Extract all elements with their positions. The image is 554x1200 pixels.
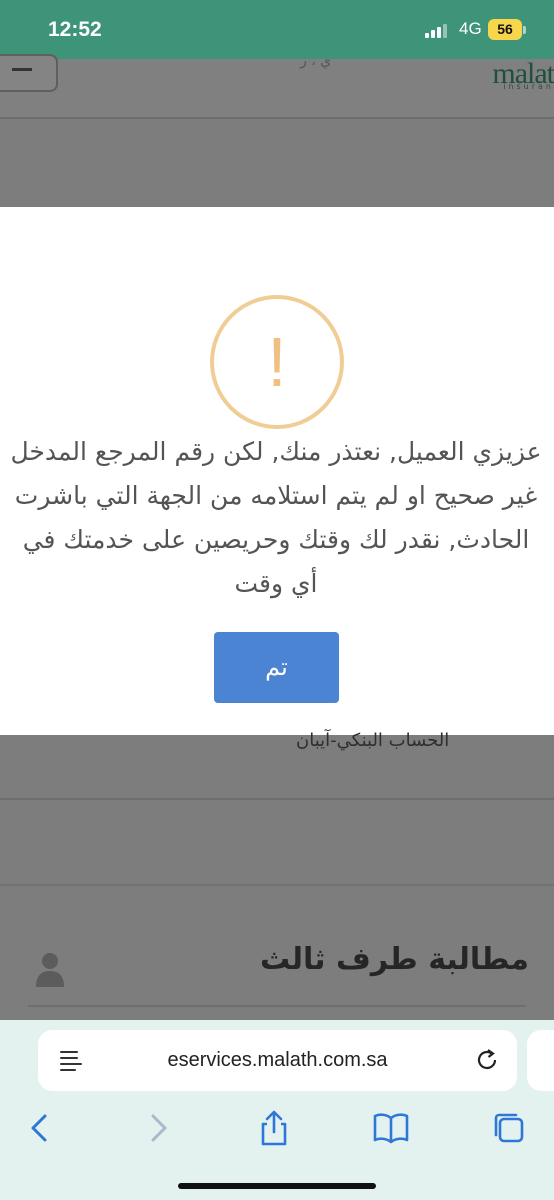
address-bar[interactable]: eservices.malath.com.sa [38, 1030, 517, 1091]
tabs-icon[interactable] [489, 1108, 529, 1148]
menu-button[interactable] [0, 54, 58, 92]
header-partial-text: ي ، ر [300, 53, 332, 69]
browser-toolbar: eservices.malath.com.sa [0, 1020, 554, 1200]
section-underline [28, 1005, 526, 1007]
back-icon[interactable] [20, 1108, 60, 1148]
alert-dialog: ! عزيزي العميل, نعتذر منك, لكن رقم المرج… [0, 207, 554, 735]
home-indicator[interactable] [178, 1183, 376, 1189]
ok-button[interactable]: تم [214, 632, 339, 703]
status-bar: 12:52 4G 56 [0, 0, 554, 59]
status-time: 12:52 [48, 18, 102, 41]
section-title: مطالبة طرف ثالث [260, 942, 529, 977]
forward-icon [151, 1114, 167, 1142]
menu-icon [12, 68, 32, 71]
battery-icon: 56 [488, 19, 522, 40]
url-text[interactable]: eservices.malath.com.sa [38, 1030, 517, 1091]
battery-tip [523, 26, 526, 34]
warning-icon: ! [210, 295, 344, 429]
person-icon [36, 953, 64, 987]
bookmarks-icon[interactable] [371, 1108, 411, 1148]
divider [0, 884, 554, 886]
signal-icon [425, 22, 451, 38]
reload-icon[interactable] [474, 1047, 500, 1073]
page-header: ي ، ر malat insuran [0, 53, 554, 119]
next-tab-preview[interactable] [527, 1030, 554, 1091]
logo-subtitle: insuran [503, 82, 554, 91]
network-type: 4G [459, 19, 482, 38]
share-icon[interactable] [254, 1108, 294, 1148]
warning-mark: ! [267, 323, 287, 401]
bank-account-label: الحساب البنكي-آيبان [296, 730, 450, 751]
dialog-message: عزيزي العميل, نعتذر منك, لكن رقم المرجع … [10, 437, 542, 598]
divider [0, 798, 554, 800]
